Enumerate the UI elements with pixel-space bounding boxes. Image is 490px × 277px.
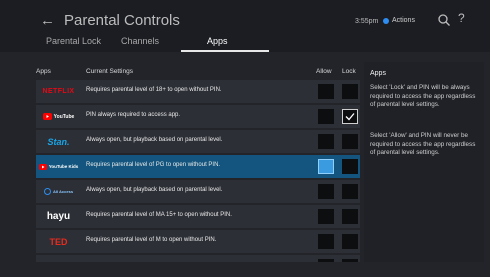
- youtube-logo: YouTube: [36, 105, 81, 128]
- lock-checkbox[interactable]: [342, 84, 358, 99]
- setting-text: Always open, but playback based on paren…: [86, 137, 223, 143]
- app-row-youtube[interactable]: YouTube PIN always required to access ap…: [36, 105, 360, 128]
- setting-text: Requires parental level of M to open wit…: [86, 237, 217, 243]
- actions-label: Actions: [392, 17, 415, 24]
- tab-parental-lock[interactable]: Parental Lock: [46, 36, 101, 46]
- allow-checkbox[interactable]: [318, 184, 334, 199]
- info-panel: Apps Select 'Lock' and PIN will be alway…: [364, 62, 484, 262]
- hayu-logo: hayu: [46, 211, 71, 222]
- tab-channels[interactable]: Channels: [121, 36, 159, 46]
- app-row-ted[interactable]: TED Requires parental level of M to open…: [36, 230, 360, 253]
- clock: 3:55pm: [355, 18, 379, 25]
- setting-text: PIN always required to access app.: [86, 112, 181, 118]
- setting-text: Requires parental level of PG to open wi…: [86, 162, 221, 168]
- app-row-netflix[interactable]: NETFLIX Requires parental level of 18+ t…: [36, 80, 360, 103]
- help-icon[interactable]: ?: [458, 11, 465, 25]
- ted-logo: TED: [49, 236, 68, 247]
- allow-checkbox[interactable]: [318, 234, 334, 249]
- info-lock-description: Select 'Lock' and PIN will be always req…: [370, 84, 476, 109]
- column-header-lock: Lock: [342, 68, 356, 75]
- youtube-play-icon: [42, 113, 52, 120]
- info-allow-description: Select 'Allow' and PIN will never be req…: [370, 132, 476, 157]
- app-row-youtube-kids[interactable]: YouTube Kids Requires parental level of …: [36, 155, 360, 178]
- stan-logo: Stan.: [47, 136, 70, 147]
- tab-apps[interactable]: Apps: [207, 36, 228, 46]
- top-bar: ← Parental Controls 3:55pm Actions ? Par…: [0, 0, 490, 52]
- all-access-logo: All Access: [36, 180, 81, 203]
- allow-checkbox[interactable]: [318, 259, 334, 262]
- lock-checkbox[interactable]: [342, 234, 358, 249]
- setting-text: Requires parental level of MA 15+ to ope…: [86, 212, 232, 218]
- lock-checkbox[interactable]: [342, 184, 358, 199]
- all-access-circle-icon: [43, 188, 51, 195]
- column-header-apps: Apps: [36, 68, 51, 75]
- setting-text: Always open, but playback based on paren…: [86, 187, 223, 193]
- app-row-all-access[interactable]: All Access Always open, but playback bas…: [36, 180, 360, 203]
- lock-checkbox[interactable]: [342, 259, 358, 262]
- column-header-allow: Allow: [316, 68, 332, 75]
- page-title: Parental Controls: [64, 12, 180, 29]
- allow-checkbox[interactable]: [318, 134, 334, 149]
- column-header-current-settings: Current Settings: [86, 68, 133, 75]
- allow-checkbox[interactable]: [318, 159, 334, 174]
- app-row-partial: [36, 255, 360, 262]
- setting-text: Requires parental level of 18+ to open w…: [86, 87, 222, 93]
- app-row-hayu[interactable]: hayu Requires parental level of MA 15+ t…: [36, 205, 360, 228]
- tab-active-indicator: [181, 50, 269, 52]
- search-icon[interactable]: [437, 13, 451, 27]
- actions-button[interactable]: Actions: [383, 17, 415, 24]
- youtube-kids-play-icon: [38, 163, 47, 170]
- youtube-kids-logo: YouTube Kids: [36, 155, 81, 178]
- lock-checkbox[interactable]: [342, 159, 358, 174]
- info-panel-title: Apps: [370, 70, 386, 77]
- netflix-logo: NETFLIX: [42, 88, 75, 95]
- actions-dot-icon: [383, 17, 389, 24]
- allow-checkbox[interactable]: [318, 84, 334, 99]
- apps-list: Apps Current Settings Allow Lock NETFLIX…: [36, 62, 360, 262]
- lock-checkbox[interactable]: [342, 134, 358, 149]
- back-arrow-icon[interactable]: ←: [40, 12, 55, 29]
- allow-checkbox[interactable]: [318, 109, 334, 124]
- checkmark-icon: [345, 113, 355, 121]
- allow-checkbox[interactable]: [318, 209, 334, 224]
- lock-checkbox[interactable]: [342, 109, 358, 124]
- app-row-stan[interactable]: Stan. Always open, but playback based on…: [36, 130, 360, 153]
- lock-checkbox[interactable]: [342, 209, 358, 224]
